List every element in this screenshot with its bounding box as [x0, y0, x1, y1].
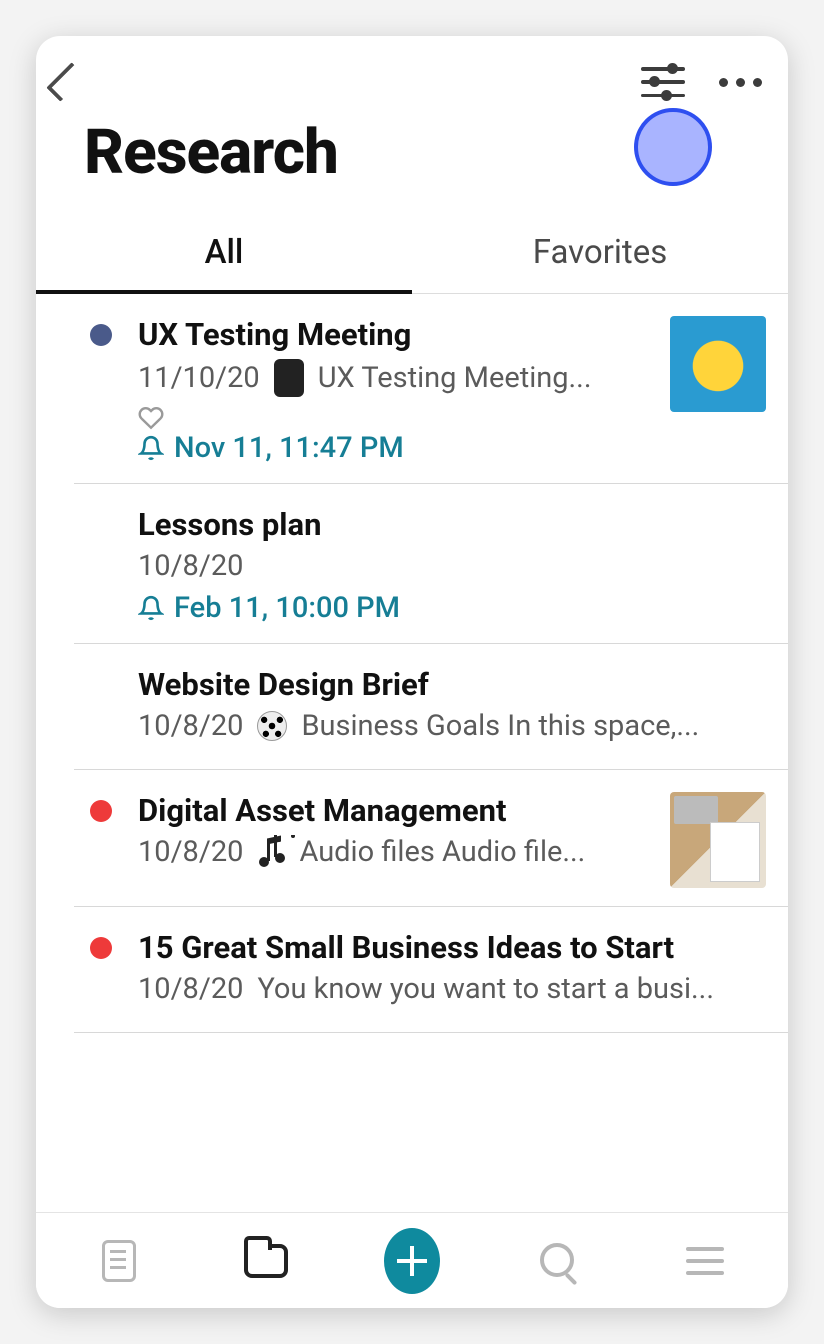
nav-menu[interactable]: [677, 1233, 733, 1289]
list-item[interactable]: Digital Asset Management 10/8/20 Audio f…: [74, 770, 788, 907]
plus-circle-icon: [384, 1228, 440, 1294]
list-item[interactable]: Website Design Brief 10/8/20 Business Go…: [74, 644, 788, 770]
reminder[interactable]: Feb 11, 10:00 PM: [138, 591, 774, 625]
status-indicator: [86, 929, 116, 1014]
thumbnail-image: [670, 316, 766, 412]
item-content: 15 Great Small Business Ideas to Start 1…: [138, 929, 774, 1014]
heart-icon: [138, 405, 164, 431]
item-date: 10/8/20: [138, 835, 243, 869]
status-indicator: [86, 506, 116, 625]
list-item[interactable]: Lessons plan 10/8/20 Feb 11, 10:00 PM: [74, 484, 788, 644]
status-dot-icon: [90, 324, 112, 346]
nav-search[interactable]: [530, 1233, 586, 1289]
soccer-icon: [257, 711, 287, 741]
tab-all[interactable]: All: [36, 221, 412, 294]
chevron-left-icon: [46, 62, 86, 102]
status-indicator: [86, 792, 116, 888]
favorite-toggle[interactable]: [138, 405, 164, 431]
tabs: All Favorites: [36, 221, 788, 294]
top-bar: [36, 36, 788, 106]
nav-folders[interactable]: [238, 1233, 294, 1289]
app-frame: Research All Favorites UX Testing Meetin…: [36, 36, 788, 1308]
item-excerpt: UX Testing Meeting...: [318, 361, 592, 395]
title-row: Research: [36, 106, 788, 195]
more-button[interactable]: [719, 78, 762, 87]
note-list[interactable]: UX Testing Meeting 11/10/20 UX Testing M…: [36, 294, 788, 1212]
watch-icon: [274, 359, 304, 397]
item-excerpt: Audio files Audio file...: [299, 835, 585, 869]
bottom-nav: [36, 1212, 788, 1308]
status-dot-icon: [90, 937, 112, 959]
item-content: Website Design Brief 10/8/20 Business Go…: [138, 666, 774, 751]
item-title: Lessons plan: [138, 506, 774, 543]
top-bar-right: [641, 67, 762, 97]
item-content: Lessons plan 10/8/20 Feb 11, 10:00 PM: [138, 506, 774, 625]
bell-icon: [138, 595, 164, 621]
item-title: 15 Great Small Business Ideas to Start: [138, 929, 774, 966]
search-icon: [540, 1243, 576, 1279]
touch-indicator[interactable]: [634, 108, 712, 186]
item-meta: 10/8/20 Audio files Audio file...: [138, 835, 648, 869]
item-date: 10/8/20: [138, 709, 243, 743]
item-meta: 10/8/20 Business Goals In this space,...: [138, 709, 774, 743]
item-meta: 11/10/20 UX Testing Meeting...: [138, 359, 648, 397]
more-horizontal-icon: [719, 78, 762, 87]
item-title: Website Design Brief: [138, 666, 774, 703]
item-content: UX Testing Meeting 11/10/20 UX Testing M…: [138, 316, 648, 465]
menu-icon: [686, 1247, 724, 1275]
item-title: Digital Asset Management: [138, 792, 648, 829]
reminder-text: Nov 11, 11:47 PM: [174, 431, 404, 465]
status-indicator: [86, 316, 116, 465]
back-button[interactable]: [56, 64, 76, 100]
item-date: 11/10/20: [138, 361, 260, 395]
folder-icon: [244, 1244, 288, 1278]
nav-notes[interactable]: [91, 1233, 147, 1289]
filter-button[interactable]: [641, 67, 685, 97]
item-title: UX Testing Meeting: [138, 316, 648, 353]
music-icon: [257, 837, 285, 867]
list-item[interactable]: UX Testing Meeting 11/10/20 UX Testing M…: [74, 294, 788, 484]
item-excerpt: You know you want to start a busi...: [257, 972, 714, 1006]
status-dot-icon: [90, 800, 112, 822]
status-indicator: [86, 666, 116, 751]
nav-add[interactable]: [384, 1233, 440, 1289]
thumbnail: [670, 316, 774, 465]
thumbnail: [670, 792, 774, 888]
item-excerpt: Business Goals In this space,...: [301, 709, 699, 743]
document-icon: [102, 1240, 136, 1282]
tab-favorites[interactable]: Favorites: [412, 221, 788, 294]
item-date: 10/8/20: [138, 972, 243, 1006]
item-meta: 10/8/20 You know you want to start a bus…: [138, 972, 774, 1006]
reminder[interactable]: Nov 11, 11:47 PM: [138, 431, 648, 465]
page-title: Research: [84, 116, 338, 189]
reminder-text: Feb 11, 10:00 PM: [174, 591, 400, 625]
item-date: 10/8/20: [138, 549, 243, 583]
sliders-icon: [641, 67, 685, 97]
thumbnail-image: [670, 792, 766, 888]
list-item[interactable]: 15 Great Small Business Ideas to Start 1…: [74, 907, 788, 1033]
bell-icon: [138, 435, 164, 461]
item-content: Digital Asset Management 10/8/20 Audio f…: [138, 792, 648, 888]
item-meta: 10/8/20: [138, 549, 774, 583]
